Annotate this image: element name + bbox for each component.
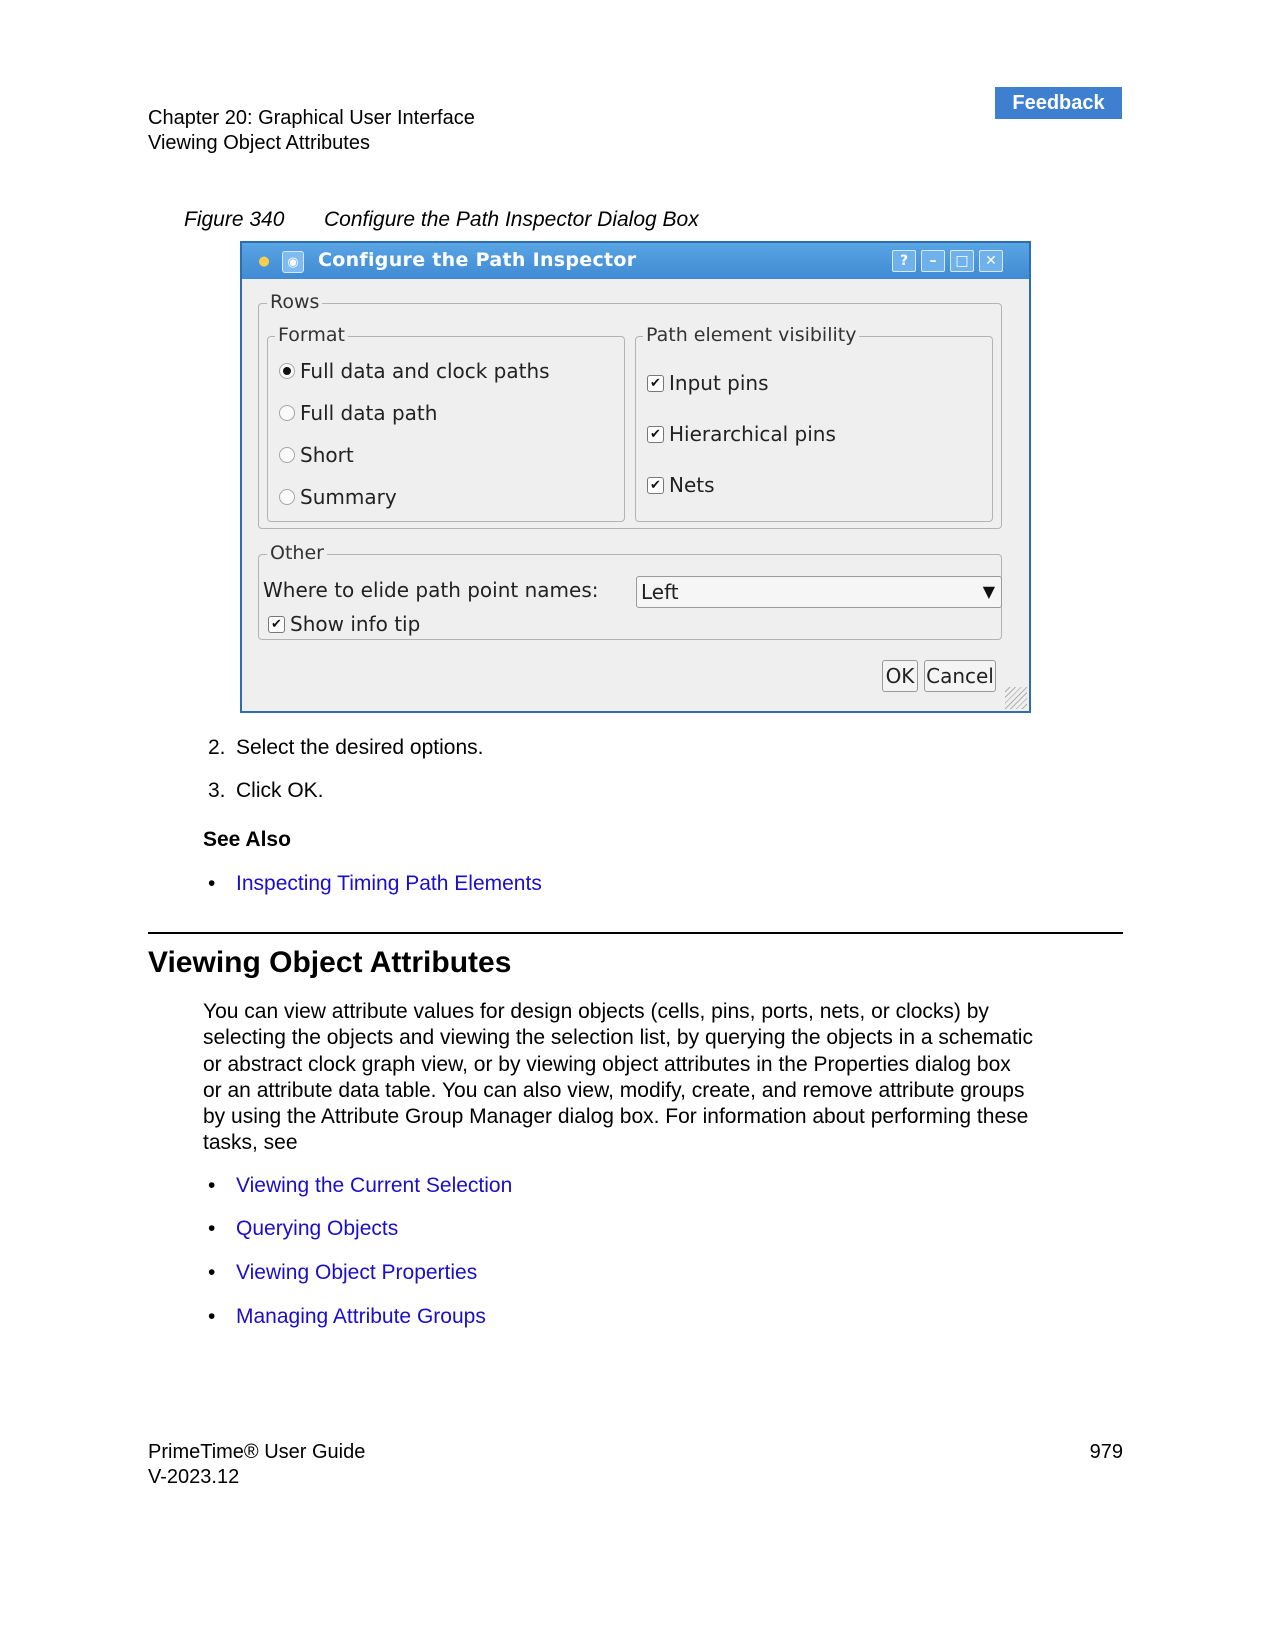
dialog-titlebar[interactable]: ● ◉ Configure the Path Inspector ? – □ ✕ <box>242 243 1029 279</box>
other-legend: Other <box>267 542 327 564</box>
checkbox-checked[interactable]: ✔ <box>647 374 664 392</box>
dialog-title: Configure the Path Inspector <box>318 249 637 271</box>
list-item: • Viewing Object Properties <box>208 1261 477 1285</box>
visibility-legend: Path element visibility <box>643 324 860 346</box>
chapter-title: Chapter 20: Graphical User Interface <box>148 107 475 129</box>
section-title: Viewing Object Attributes <box>148 132 370 154</box>
elide-select[interactable]: Left ▼ <box>636 576 1002 608</box>
minimize-button[interactable]: – <box>921 250 945 272</box>
maximize-button[interactable]: □ <box>950 250 974 272</box>
close-button[interactable]: ✕ <box>979 250 1003 272</box>
format-option-full-data-clock[interactable]: Full data and clock paths <box>279 359 550 383</box>
radio-selected[interactable] <box>279 363 295 379</box>
show-info-tip-option[interactable]: ✔ Show info tip <box>268 612 420 636</box>
link-managing-attribute-groups[interactable]: Managing Attribute Groups <box>236 1305 486 1329</box>
visibility-option-nets[interactable]: ✔ Nets <box>647 473 715 497</box>
resize-grip-icon[interactable] <box>1005 687 1027 709</box>
bullet-icon: • <box>208 872 216 895</box>
bullet-icon: • <box>208 1261 216 1284</box>
list-item: • Viewing the Current Selection <box>208 1174 512 1198</box>
checkbox-checked[interactable]: ✔ <box>647 476 664 494</box>
elide-select-value: Left <box>641 580 679 604</box>
magnifier-icon: ● <box>258 253 270 269</box>
link-querying-objects[interactable]: Querying Objects <box>236 1217 398 1241</box>
feedback-button[interactable]: Feedback <box>995 87 1122 119</box>
page-number: 979 <box>1089 1441 1123 1463</box>
figure-caption-text: Configure the Path Inspector Dialog Box <box>324 208 699 231</box>
bullet-icon: • <box>208 1305 216 1328</box>
see-also-heading: See Also <box>203 828 291 851</box>
link-inspecting-timing-path-elements[interactable]: Inspecting Timing Path Elements <box>236 872 542 896</box>
section-divider <box>148 932 1123 934</box>
visibility-group: Path element visibility ✔ Input pins ✔ Hie… <box>635 324 993 522</box>
step-3: 3. Click OK. <box>208 779 324 802</box>
window-menu-icon[interactable]: ◉ <box>282 251 304 273</box>
list-item: • Managing Attribute Groups <box>208 1305 486 1329</box>
format-option-summary[interactable]: Summary <box>279 485 397 509</box>
visibility-option-hierarchical-pins[interactable]: ✔ Hierarchical pins <box>647 422 836 446</box>
radio-unselected[interactable] <box>279 489 295 505</box>
section-paragraph: You can view attribute values for design… <box>203 1000 1033 1155</box>
link-viewing-object-properties[interactable]: Viewing Object Properties <box>236 1261 477 1285</box>
format-option-short[interactable]: Short <box>279 443 354 467</box>
radio-unselected[interactable] <box>279 405 295 421</box>
cancel-button[interactable]: Cancel <box>924 660 996 692</box>
rows-legend: Rows <box>267 291 323 313</box>
section-heading: Viewing Object Attributes <box>148 946 512 979</box>
help-button[interactable]: ? <box>892 250 916 272</box>
list-item: • Querying Objects <box>208 1217 398 1241</box>
list-item: • Inspecting Timing Path Elements <box>208 872 542 896</box>
path-inspector-dialog: ● ◉ Configure the Path Inspector ? – □ ✕… <box>240 241 1031 713</box>
step-2: 2. Select the desired options. <box>208 736 484 759</box>
bullet-icon: • <box>208 1174 216 1197</box>
checkbox-checked[interactable]: ✔ <box>647 425 664 443</box>
elide-label: Where to elide path point names: <box>263 578 599 602</box>
visibility-option-input-pins[interactable]: ✔ Input pins <box>647 371 769 395</box>
footer-version: V-2023.12 <box>148 1466 240 1488</box>
rows-group: Rows Format Full data and clock paths Fu… <box>258 291 1002 529</box>
dropdown-arrow-icon[interactable]: ▼ <box>983 582 995 601</box>
format-option-full-data[interactable]: Full data path <box>279 401 437 425</box>
radio-unselected[interactable] <box>279 447 295 463</box>
footer-product: PrimeTime® User Guide <box>148 1441 366 1463</box>
format-legend: Format <box>275 324 348 346</box>
figure-number: Figure 340 <box>184 208 285 231</box>
link-viewing-current-selection[interactable]: Viewing the Current Selection <box>236 1174 512 1198</box>
ok-button[interactable]: OK <box>882 660 918 692</box>
figure-caption: Figure 340 Configure the Path Inspector D… <box>184 208 699 232</box>
bullet-icon: • <box>208 1217 216 1240</box>
format-group: Format Full data and clock paths Full da… <box>267 324 625 522</box>
checkbox-checked[interactable]: ✔ <box>268 615 285 633</box>
